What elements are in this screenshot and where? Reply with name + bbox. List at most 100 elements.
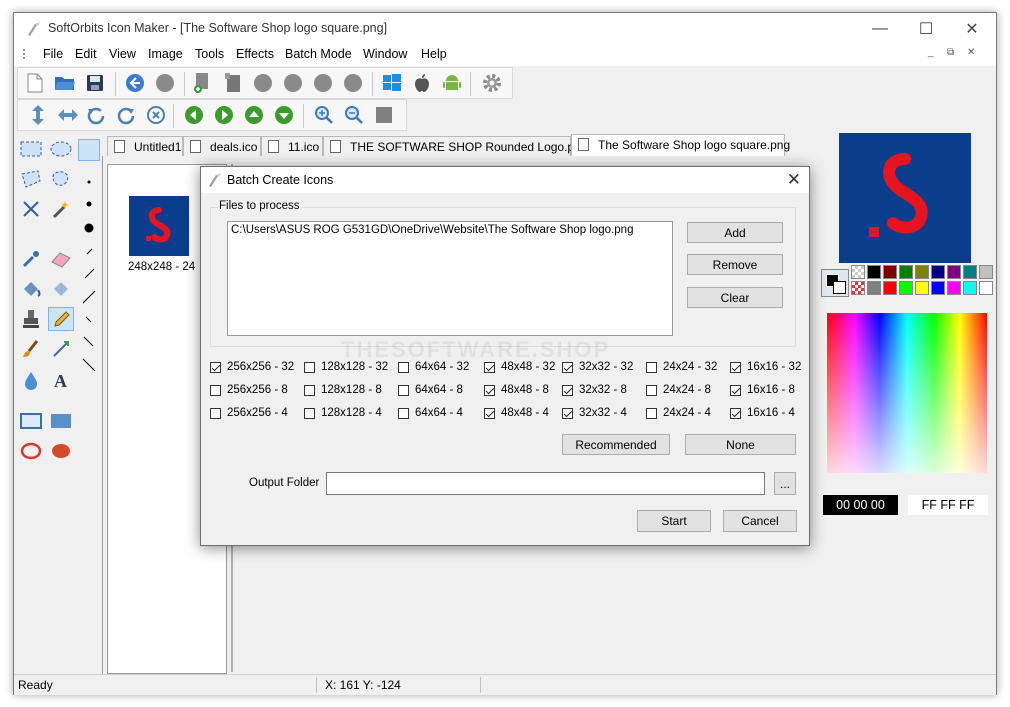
new-file-icon[interactable]	[23, 71, 47, 95]
blur-drop-icon[interactable]	[18, 368, 44, 392]
menu-batch-mode[interactable]: Batch Mode	[285, 47, 352, 61]
checkbox-box[interactable]	[562, 384, 573, 396]
palette-swatch[interactable]	[963, 265, 977, 279]
checkbox-box[interactable]	[304, 407, 315, 419]
add-image-icon[interactable]	[191, 71, 215, 95]
checkbox-box[interactable]	[484, 384, 495, 396]
ellipse-outline-icon[interactable]	[18, 439, 44, 463]
palette-swatch[interactable]	[931, 265, 945, 279]
rectangle-outline-icon[interactable]	[18, 409, 44, 433]
size-checkbox[interactable]: 48x48 - 8	[484, 382, 549, 398]
back-icon[interactable]	[123, 71, 147, 95]
size-checkbox[interactable]: 24x24 - 8	[646, 382, 711, 398]
brush-diagonal-large-icon[interactable]	[82, 290, 96, 304]
magic-wand-icon[interactable]	[48, 197, 74, 221]
menu-help[interactable]: Help	[421, 47, 447, 61]
size-checkbox[interactable]: 128x128 - 32	[304, 359, 388, 375]
recommended-button[interactable]: Recommended	[562, 434, 670, 455]
menu-tools[interactable]: Tools	[195, 47, 224, 61]
maximize-button[interactable]: ☐	[903, 13, 949, 44]
checkbox-box[interactable]	[646, 361, 657, 373]
mdi-close-button[interactable]: ✕	[967, 47, 975, 58]
size-checkbox[interactable]: 256x256 - 32	[210, 359, 294, 375]
freeform-select-icon[interactable]	[48, 167, 74, 191]
flip-horizontal-icon[interactable]	[56, 103, 80, 127]
rect-select-icon[interactable]	[18, 137, 44, 161]
checkbox-box[interactable]	[398, 384, 409, 396]
file-list-item[interactable]: C:\Users\ASUS ROG G531GD\OneDrive\Websit…	[231, 224, 633, 236]
arrow-right-green-icon[interactable]	[212, 103, 236, 127]
color-picker-icon[interactable]	[18, 247, 44, 271]
menu-image[interactable]: Image	[148, 47, 183, 61]
size-checkbox[interactable]: 16x16 - 32	[730, 359, 801, 375]
zoom-in-icon[interactable]	[312, 103, 336, 127]
brush-backslash-small-icon[interactable]	[82, 313, 96, 327]
size-checkbox[interactable]: 16x16 - 4	[730, 405, 795, 421]
tab-logo-square[interactable]: The Software Shop logo square.png	[571, 134, 790, 156]
palette-swatch[interactable]	[915, 281, 929, 295]
remove-button[interactable]: Remove	[687, 254, 783, 275]
palette-swatch[interactable]	[883, 265, 897, 279]
open-folder-icon[interactable]	[53, 71, 77, 95]
brush-icon[interactable]	[18, 337, 44, 361]
size-checkbox[interactable]: 32x32 - 8	[562, 382, 627, 398]
size-checkbox[interactable]: 64x64 - 8	[398, 382, 463, 398]
output-folder-input[interactable]	[326, 472, 765, 495]
palette-swatch[interactable]	[899, 281, 913, 295]
rotate-right-icon[interactable]	[114, 103, 138, 127]
close-button[interactable]: ✕	[949, 13, 995, 44]
rectangle-filled-icon[interactable]	[48, 409, 74, 433]
reset-rotation-icon[interactable]	[144, 103, 168, 127]
size-checkbox[interactable]: 256x256 - 4	[210, 405, 288, 421]
size-checkbox[interactable]: 32x32 - 32	[562, 359, 633, 375]
size-checkbox[interactable]: 256x256 - 8	[210, 382, 288, 398]
size-checkbox[interactable]: 24x24 - 32	[646, 359, 717, 375]
palette-swatch[interactable]	[947, 265, 961, 279]
stamp-icon[interactable]	[18, 307, 44, 331]
arrow-up-green-icon[interactable]	[242, 103, 266, 127]
hex-color-white[interactable]: FF FF FF	[908, 495, 988, 515]
rotate-left-icon[interactable]	[84, 103, 108, 127]
checkbox-box[interactable]	[484, 361, 495, 373]
checkbox-box[interactable]	[562, 361, 573, 373]
gradient-fill-icon[interactable]	[48, 277, 74, 301]
text-tool-icon[interactable]: A	[48, 368, 74, 392]
fg-bg-color-selector[interactable]	[821, 269, 849, 297]
pencil-icon[interactable]	[48, 307, 74, 331]
checkbox-box[interactable]	[210, 361, 221, 373]
brush-size-selected[interactable]	[78, 139, 100, 161]
lasso-select-icon[interactable]	[18, 167, 44, 191]
checkbox-box[interactable]	[646, 384, 657, 396]
crop-tool-icon[interactable]	[18, 197, 44, 221]
size-checkbox[interactable]: 48x48 - 4	[484, 405, 549, 421]
palette-swatch[interactable]	[867, 265, 881, 279]
files-listbox[interactable]: C:\Users\ASUS ROG G531GD\OneDrive\Websit…	[227, 221, 673, 336]
settings-gear-icon[interactable]	[480, 71, 504, 95]
checkbox-box[interactable]	[210, 384, 221, 396]
android-icon[interactable]	[440, 71, 464, 95]
checkbox-box[interactable]	[730, 384, 741, 396]
size-checkbox[interactable]: 64x64 - 4	[398, 405, 463, 421]
minimize-button[interactable]: —	[857, 13, 903, 44]
checkbox-box[interactable]	[398, 407, 409, 419]
size-checkbox[interactable]: 24x24 - 4	[646, 405, 711, 421]
none-button[interactable]: None	[685, 434, 796, 455]
brush-backslash-medium-icon[interactable]	[82, 335, 96, 349]
tab-untitled1[interactable]: Untitled1	[107, 136, 183, 156]
palette-swatch[interactable]	[883, 281, 897, 295]
palette-swatch[interactable]	[915, 265, 929, 279]
palette-swatch[interactable]	[867, 281, 881, 295]
add-button[interactable]: Add	[687, 222, 783, 243]
checkbox-box[interactable]	[730, 407, 741, 419]
size-checkbox[interactable]: 32x32 - 4	[562, 405, 627, 421]
eraser-icon[interactable]	[48, 247, 74, 271]
brush-size-large-icon[interactable]	[82, 221, 96, 235]
size-checkbox[interactable]: 16x16 - 8	[730, 382, 795, 398]
tab-11-ico[interactable]: 11.ico	[261, 136, 323, 156]
checkbox-box[interactable]	[210, 407, 221, 419]
palette-swatch[interactable]	[899, 265, 913, 279]
size-checkbox[interactable]: 128x128 - 4	[304, 405, 382, 421]
checkbox-box[interactable]	[484, 407, 495, 419]
arrow-down-green-icon[interactable]	[272, 103, 296, 127]
windows-icon[interactable]	[380, 71, 404, 95]
